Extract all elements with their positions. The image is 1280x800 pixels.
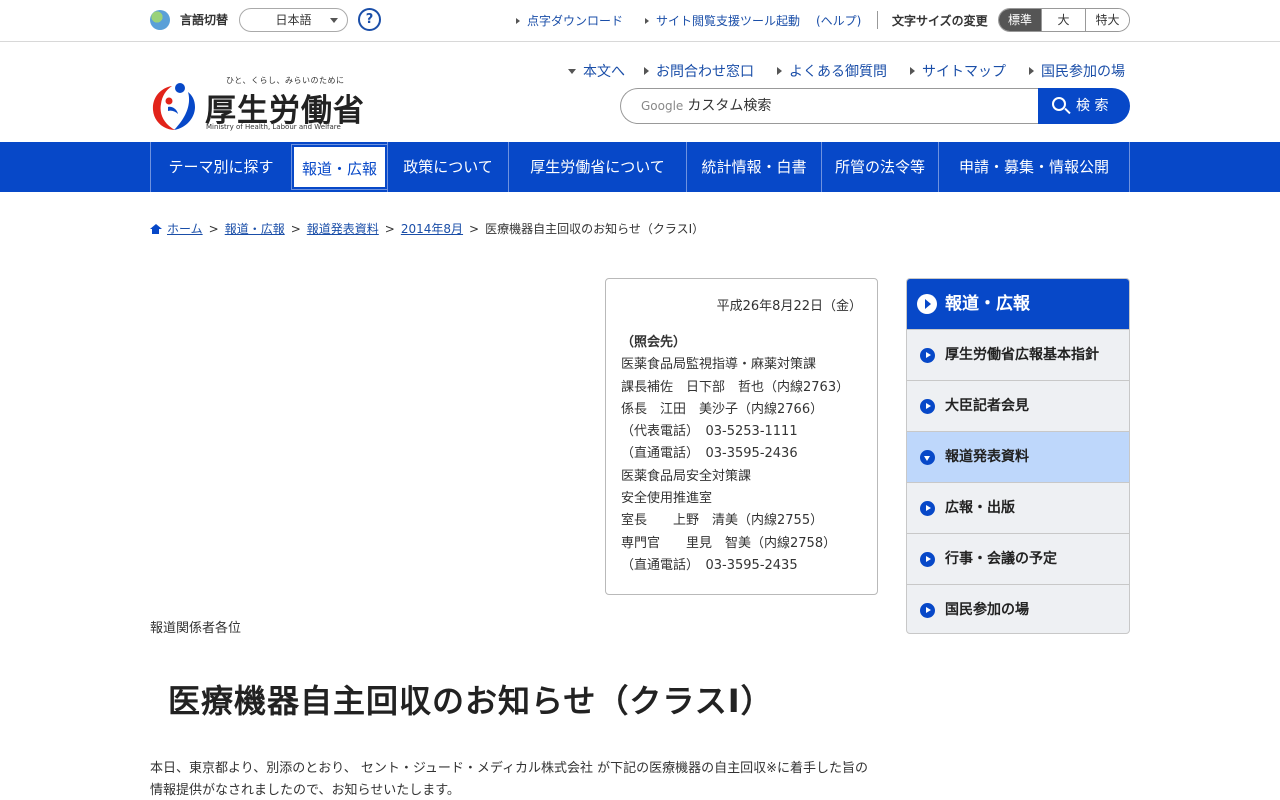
contact-line: （直通電話） 03-3595-2436 [621,446,798,462]
nav-item-press[interactable]: 報道・広報 [291,144,388,190]
nav-item-policy[interactable]: 政策について [387,142,508,192]
arrow-circle-icon [920,552,935,567]
nav-item-laws[interactable]: 所管の法令等 [821,142,938,192]
breadcrumb-separator: > [469,222,480,236]
search-button[interactable]: 検 索 [1038,88,1130,124]
side-item-publications[interactable]: 広報・出版 [907,482,1129,533]
recipient-line: 報道関係者各位 [150,621,242,636]
contact-link[interactable]: お問合わせ窓口 [644,61,754,81]
page-title: 医療機器自主回収のお知らせ（クラスⅠ） [168,682,774,720]
breadcrumb-month[interactable]: 2014年8月 [401,222,463,236]
language-select-value: 日本語 [275,13,312,27]
triangle-right-icon [910,67,915,75]
triangle-right-icon [645,18,649,24]
breadcrumb: ホーム > 報道・広報 > 報道発表資料 >2014年8月 > 医療機器自主回収のお知らせ（ク… [150,220,704,237]
search-icon [1052,97,1066,111]
nav-item-statistics[interactable]: 統計情報・白書 [686,142,821,192]
public-participation-link[interactable]: 国民参加の場 [1029,61,1125,81]
contact-line: 係長 江田 美沙子（内線2766） [621,401,824,417]
search-placeholder: カスタム検索 [687,98,772,114]
arrow-circle-down-icon [920,450,935,465]
globe-icon [150,10,170,30]
triangle-right-icon [516,18,520,24]
contact-line: 医薬食品局安全対策課 [621,468,752,484]
faq-link[interactable]: よくある御質問 [777,61,887,81]
font-size-label: 文字サイズの変更 [892,14,988,28]
mhlw-logo-icon[interactable] [150,80,198,132]
side-menu: 報道・広報 厚生労働省広報基本指針 大臣記者会見 報道発表資料 広報・出版 行事… [906,278,1130,634]
contact-line: 室長 上野 清美（内線2755） [621,513,824,529]
contact-line: 医薬食品局監視指導・麻薬対策課 [621,357,817,373]
font-size-switcher: 標準 大 特大 [998,8,1130,32]
breadcrumb-current: 医療機器自主回収のお知らせ（クラスⅠ） [485,222,705,236]
side-item-public-participation[interactable]: 国民参加の場 [907,584,1129,633]
home-icon [150,224,162,234]
triangle-down-icon [568,69,576,74]
breadcrumb-press-releases[interactable]: 報道発表資料 [307,222,379,236]
arrow-circle-icon [917,294,937,314]
nav-item-about[interactable]: 厚生労働省について [508,142,686,192]
language-select[interactable]: 日本語 [239,8,348,32]
contact-line: 課長補佐 日下部 哲也（内線2763） [621,379,850,395]
breadcrumb-separator: > [290,222,301,236]
contact-line: 安全使用推進室 [621,491,713,507]
contact-info-box: 平成26年8月22日（金） （照会先） 医薬食品局監視指導・麻薬対策課 課長補佐… [605,278,878,595]
nav-item-themes[interactable]: テーマ別に探す [150,142,291,192]
arrow-circle-icon [920,603,935,618]
breadcrumb-home[interactable]: ホーム [167,222,203,236]
side-item-press-conference[interactable]: 大臣記者会見 [907,380,1129,431]
browsing-support-tool-link[interactable]: サイト閲覧支援ツール起動 [645,12,800,29]
side-item-press-releases[interactable]: 報道発表資料 [907,431,1129,482]
body-paragraph: 本日、東京都より、別添のとおり、 セント・ジュード・メディカル株式会社 が下記の… [150,761,869,798]
breadcrumb-separator: > [208,222,219,236]
contact-line: 専門官 里見 智美（内線2758） [621,535,837,551]
help-link[interactable]: (ヘルプ) [816,12,861,29]
logo-english: Ministry of Health, Labour and Welfare [206,123,341,131]
font-size-large-button[interactable]: 大 [1041,9,1085,31]
side-item-events[interactable]: 行事・会議の予定 [907,533,1129,584]
sitemap-link[interactable]: サイトマップ [910,61,1006,81]
contact-line: （直通電話） 03-3595-2435 [621,557,798,573]
arrow-circle-icon [920,501,935,516]
nav-item-applications[interactable]: 申請・募集・情報公開 [938,142,1130,192]
arrow-circle-icon [920,399,935,414]
help-icon[interactable]: ? [358,8,381,31]
font-size-xlarge-button[interactable]: 特大 [1085,9,1129,31]
chevron-down-icon [330,18,338,23]
side-item-pr-policy[interactable]: 厚生労働省広報基本指針 [907,329,1129,380]
contact-line: （代表電話） 03-5253-1111 [621,424,798,440]
release-date: 平成26年8月22日（金） [716,299,862,314]
skip-to-content-link[interactable]: 本文へ [568,61,625,81]
font-size-standard-button[interactable]: 標準 [999,9,1041,31]
side-menu-heading[interactable]: 報道・広報 [907,279,1129,329]
triangle-right-icon [777,67,782,75]
triangle-right-icon [1029,67,1034,75]
arrow-circle-icon [920,348,935,363]
language-label: 言語切替 [180,13,229,27]
global-nav: テーマ別に探す 報道・広報 政策について 厚生労働省について 統計情報・白書 所… [0,142,1280,192]
search-input[interactable]: Google カスタム検索 [620,88,1040,124]
breadcrumb-separator: > [384,222,395,236]
contact-heading: （照会先） [621,335,687,350]
search-brand: Google [641,99,684,113]
divider [877,11,878,29]
utility-bar: 言語切替 日本語 ? 点字ダウンロード サイト閲覧支援ツール起動 (ヘルプ) 文… [0,0,1280,42]
triangle-right-icon [644,67,649,75]
braille-download-link[interactable]: 点字ダウンロード [516,12,623,29]
breadcrumb-press[interactable]: 報道・広報 [225,222,285,236]
